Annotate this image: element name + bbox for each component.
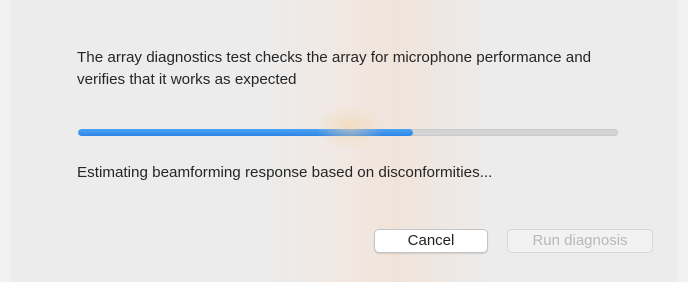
cancel-button[interactable]: Cancel: [374, 229, 488, 253]
run-diagnosis-button: Run diagnosis: [507, 229, 653, 253]
progress-bar-fill: [78, 129, 413, 136]
dialog-description: The array diagnostics test checks the ar…: [77, 49, 592, 88]
diagnostics-dialog: The array diagnostics test checks the ar…: [10, 0, 678, 282]
status-text: Estimating beamforming response based on…: [77, 164, 493, 181]
progress-bar: [78, 129, 618, 136]
